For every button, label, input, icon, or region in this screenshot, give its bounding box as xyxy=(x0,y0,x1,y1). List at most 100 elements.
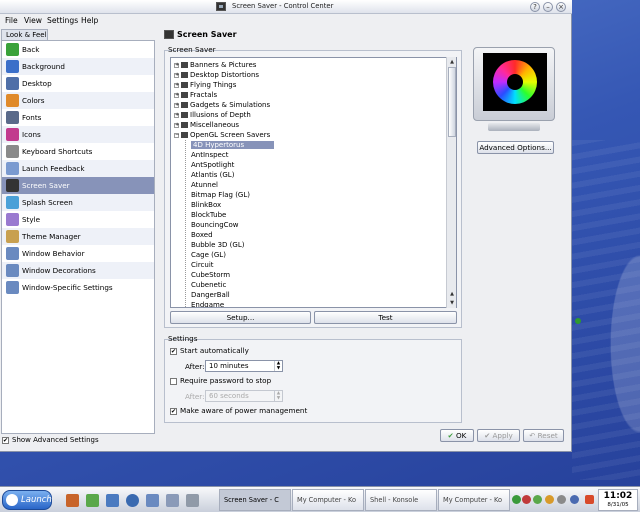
clipboard-tray-icon[interactable] xyxy=(533,495,542,504)
network-tray-icon[interactable] xyxy=(512,495,521,504)
start-automatically-option[interactable]: ✔ Start automatically xyxy=(170,346,249,355)
tree-category[interactable]: + Fractals xyxy=(174,90,217,100)
sidebar-item-window-behavior[interactable]: Window Behavior xyxy=(2,245,154,262)
menu-settings[interactable]: Settings xyxy=(47,16,78,25)
tree-screensaver-item[interactable]: Atunnel xyxy=(191,180,218,190)
tree-screensaver-item[interactable]: Bitmap Flag (GL) xyxy=(191,190,250,200)
advanced-options-button[interactable]: Advanced Options... xyxy=(477,141,554,154)
setup-button[interactable]: Setup... xyxy=(170,311,311,324)
sidebar-item-style[interactable]: Style xyxy=(2,211,154,228)
scroll-up-icon[interactable]: ▲ xyxy=(448,58,456,66)
tree-screensaver-item[interactable]: Cubenetic xyxy=(191,280,226,290)
sidebar-item-screen-saver[interactable]: Screen Saver xyxy=(2,177,154,194)
task-my-computer-1[interactable]: My Computer - Ko xyxy=(292,489,364,511)
scroll-up-icon-2[interactable]: ▲ xyxy=(448,290,456,298)
test-button[interactable]: Test xyxy=(314,311,457,324)
tree-screensaver-item[interactable]: Atlantis (GL) xyxy=(191,170,234,180)
expand-toggle-icon[interactable]: + xyxy=(174,82,179,88)
tree-screensaver-item[interactable]: AntInspect xyxy=(191,150,228,160)
expand-toggle-icon[interactable]: + xyxy=(174,112,179,118)
menu-file[interactable]: File xyxy=(5,16,18,25)
menu-help[interactable]: Help xyxy=(81,16,98,25)
power-management-checkbox[interactable]: ✔ xyxy=(170,407,177,415)
tree-category[interactable]: + Desktop Distortions xyxy=(174,70,259,80)
sidebar-item-splash-screen[interactable]: Splash Screen xyxy=(2,194,154,211)
close-icon[interactable]: × xyxy=(556,2,566,12)
task-my-computer-2[interactable]: My Computer - Ko xyxy=(438,489,510,511)
tree-scrollbar[interactable]: ▲ ▲ ▼ xyxy=(446,57,456,308)
sidebar-item-window-specific[interactable]: Window-Specific Settings xyxy=(2,279,154,296)
sidebar-item-keyboard[interactable]: Keyboard Shortcuts xyxy=(2,143,154,160)
scroll-down-icon[interactable]: ▼ xyxy=(448,299,456,307)
expand-toggle-icon[interactable]: − xyxy=(174,132,179,138)
web-browser-icon[interactable] xyxy=(126,494,139,507)
sidebar-item-desktop[interactable]: Desktop xyxy=(2,75,154,92)
tree-screensaver-item[interactable]: BlockTube xyxy=(191,210,226,220)
tree-screensaver-item[interactable]: Cage (GL) xyxy=(191,250,226,260)
tab-look-and-feel[interactable]: Look & Feel xyxy=(1,29,48,40)
task-screen-saver[interactable]: Screen Saver - C xyxy=(219,489,291,511)
task-shell-konsole[interactable]: Shell - Konsole xyxy=(365,489,437,511)
tree-screensaver-item[interactable]: CubeStorm xyxy=(191,270,230,280)
expand-toggle-icon[interactable]: + xyxy=(174,102,179,108)
tree-screensaver-item[interactable]: 4D Hypertorus xyxy=(191,140,275,150)
package-manager-icon[interactable] xyxy=(66,494,79,507)
volume-tray-icon[interactable] xyxy=(545,495,554,504)
expand-toggle-icon[interactable]: + xyxy=(174,92,179,98)
after-minutes-spinbox[interactable]: 10 minutes ▲ ▼ xyxy=(205,360,283,372)
ok-button[interactable]: ✔ OK xyxy=(440,429,474,442)
show-advanced-settings[interactable]: ✔ Show Advanced Settings xyxy=(2,436,99,446)
tree-screensaver-item[interactable]: Endgame xyxy=(191,300,224,307)
tree-screensaver-item[interactable]: Bubble 3D (GL) xyxy=(191,240,244,250)
scroll-thumb[interactable] xyxy=(448,67,456,137)
menu-view[interactable]: View xyxy=(24,16,42,25)
settings-group-label: Settings xyxy=(168,334,198,343)
require-password-option[interactable]: Require password to stop xyxy=(170,376,271,385)
title-bar[interactable]: Screen Saver - Control Center ? – × xyxy=(0,0,572,14)
sidebar-item-window-decorations[interactable]: Window Decorations xyxy=(2,262,154,279)
expand-toggle-icon[interactable]: + xyxy=(174,122,179,128)
tree-category[interactable]: + Banners & Pictures xyxy=(174,60,256,70)
power-management-option[interactable]: ✔ Make aware of power management xyxy=(170,406,307,415)
sidebar-item-back[interactable]: Back xyxy=(2,41,154,58)
terminal-icon[interactable] xyxy=(186,494,199,507)
category-folder-icon xyxy=(181,112,188,118)
office-icon[interactable] xyxy=(146,494,159,507)
display-tray-icon[interactable] xyxy=(570,495,579,504)
require-password-checkbox[interactable] xyxy=(170,377,177,385)
sidebar-item-fonts[interactable]: Fonts xyxy=(2,109,154,126)
tree-screensaver-item[interactable]: Circuit xyxy=(191,260,214,270)
after-spin-arrows-icon[interactable]: ▲ ▼ xyxy=(274,361,282,371)
sidebar-item-launch-feedback[interactable]: Launch Feedback xyxy=(2,160,154,177)
sidebar-item-icons[interactable]: Icons xyxy=(2,126,154,143)
tree-category[interactable]: − OpenGL Screen Savers xyxy=(174,130,270,140)
sidebar-item-theme-manager[interactable]: Theme Manager xyxy=(2,228,154,245)
home-folder-icon[interactable] xyxy=(106,494,119,507)
tree-category[interactable]: + Gadgets & Simulations xyxy=(174,100,270,110)
screensaver-tree[interactable]: + Banners & Pictures + Desktop Distortions +… xyxy=(170,57,457,308)
tree-screensaver-item[interactable]: DangerBall xyxy=(191,290,230,300)
help-icon[interactable]: ? xyxy=(530,2,540,12)
expand-toggle-icon[interactable]: + xyxy=(174,62,179,68)
minimize-icon[interactable]: – xyxy=(543,2,553,12)
alert-tray-icon[interactable] xyxy=(585,495,594,504)
clock[interactable]: 11:02 8/31/05 xyxy=(598,489,638,511)
expand-toggle-icon[interactable]: + xyxy=(174,72,179,78)
sidebar-item-background[interactable]: Background xyxy=(2,58,154,75)
tree-category[interactable]: + Flying Things xyxy=(174,80,236,90)
tree-category[interactable]: + Illusions of Depth xyxy=(174,110,251,120)
tree-screensaver-item[interactable]: BouncingCow xyxy=(191,220,239,230)
page-header: Screen Saver xyxy=(164,30,237,39)
keyboard-tray-icon[interactable] xyxy=(557,495,566,504)
start-automatically-checkbox[interactable]: ✔ xyxy=(170,347,177,355)
sidebar-item-colors[interactable]: Colors xyxy=(2,92,154,109)
tree-category[interactable]: + Miscellaneous xyxy=(174,120,239,130)
tree-screensaver-item[interactable]: Boxed xyxy=(191,230,213,240)
tree-screensaver-item[interactable]: AntSpotlight xyxy=(191,160,234,170)
help-center-icon[interactable] xyxy=(166,494,179,507)
show-advanced-checkbox[interactable]: ✔ xyxy=(2,436,9,444)
updater-tray-icon[interactable] xyxy=(522,495,531,504)
installer-icon[interactable] xyxy=(86,494,99,507)
tree-screensaver-item[interactable]: BlinkBox xyxy=(191,200,221,210)
launch-button[interactable]: Launch xyxy=(2,490,52,510)
